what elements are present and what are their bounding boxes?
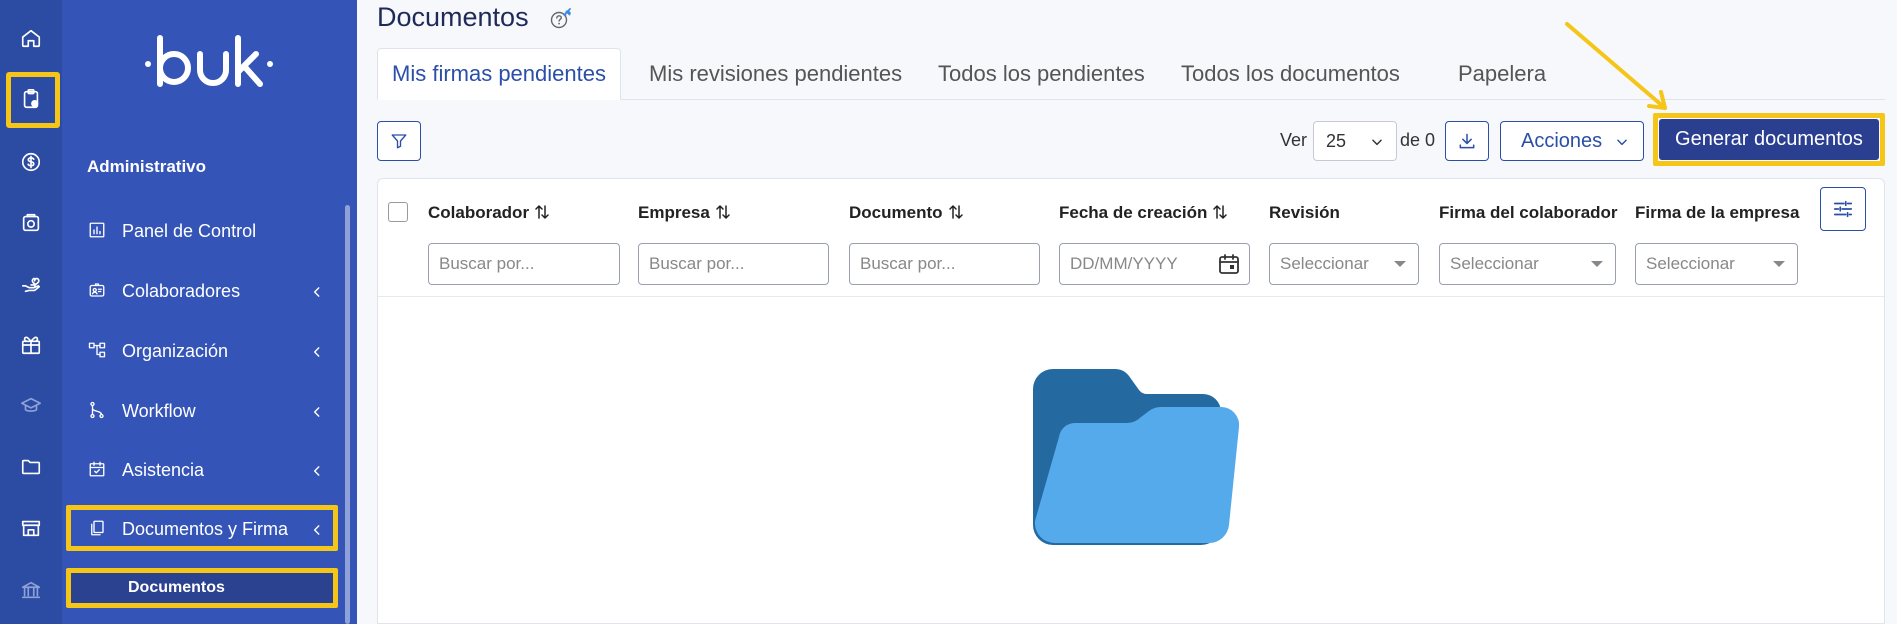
- id-card-icon: [88, 281, 108, 301]
- page-size-label: Ver: [1280, 130, 1308, 150]
- placeholder-text: Seleccionar: [1646, 254, 1735, 273]
- select-all-checkbox[interactable]: [388, 202, 408, 222]
- sidebar-subitem-documentos[interactable]: Documentos: [66, 568, 338, 608]
- chevron-left-icon: [310, 283, 326, 299]
- arrow-pointer-icon: [1565, 22, 1667, 110]
- placeholder-text: Seleccionar: [1450, 254, 1539, 273]
- org-chart-icon: [88, 341, 108, 361]
- filter-button[interactable]: [377, 121, 421, 161]
- sidebar-item-panel-de-control[interactable]: Panel de Control: [62, 209, 332, 253]
- main-content: Documentos Mis firmas pendientes Mis rev…: [357, 0, 1897, 624]
- sidebar-item-label: Colaboradores: [122, 280, 241, 301]
- column-header-documento[interactable]: Documento: [849, 203, 963, 223]
- buk-logo[interactable]: [144, 32, 274, 92]
- sort-icon: [716, 205, 730, 219]
- tab-mis-firmas-pendientes[interactable]: Mis firmas pendientes: [377, 48, 621, 100]
- revision-filter-select[interactable]: Seleccionar: [1269, 243, 1419, 285]
- placeholder-text: Buscar por...: [860, 254, 956, 273]
- sidebar-item-colaboradores[interactable]: Colaboradores: [62, 269, 332, 313]
- folder-icon[interactable]: [0, 443, 62, 491]
- home-icon[interactable]: [0, 14, 62, 62]
- column-header-empresa[interactable]: Empresa: [638, 203, 730, 223]
- download-icon: [1459, 133, 1475, 149]
- table-header: Colaborador Empresa Documento Fecha de c…: [378, 179, 1884, 297]
- chevron-down-icon: [1372, 139, 1382, 146]
- sidebar-subitem-label: Documentos: [128, 579, 225, 596]
- sidebar-item-label: Panel de Control: [122, 220, 257, 241]
- documentos-y-firma-highlight: [66, 505, 338, 551]
- dropdown-arrow-icon: [1773, 261, 1785, 267]
- empresa-filter-input[interactable]: Buscar por...: [638, 243, 829, 285]
- total-count-label: de 0: [1400, 130, 1436, 150]
- sort-icon: [948, 205, 963, 219]
- chevron-left-icon: [310, 403, 326, 419]
- sidebar-scrollbar[interactable]: [345, 205, 350, 624]
- column-settings-button[interactable]: [1820, 187, 1866, 231]
- filter-icon: [391, 134, 407, 149]
- chevron-left-icon: [310, 462, 326, 478]
- chevron-left-icon: [310, 343, 326, 359]
- tab-todos-los-pendientes[interactable]: Todos los pendientes: [938, 48, 1145, 100]
- dropdown-arrow-icon: [1591, 261, 1603, 267]
- bank-icon[interactable]: [0, 566, 62, 614]
- icon-rail: [0, 0, 62, 624]
- sidebar: Administrativo Panel de Control Colabora…: [62, 0, 357, 624]
- chevron-down-icon: [1617, 139, 1627, 146]
- column-header-colaborador[interactable]: Colaborador: [428, 203, 549, 223]
- dollar-icon[interactable]: [0, 138, 62, 186]
- empty-folder-icon: [1033, 369, 1239, 545]
- tab-mis-revisiones-pendientes[interactable]: Mis revisiones pendientes: [649, 48, 902, 100]
- sidebar-item-workflow[interactable]: Workflow: [62, 389, 332, 433]
- sidebar-item-organizacion[interactable]: Organización: [62, 329, 332, 373]
- store-icon[interactable]: [0, 504, 62, 552]
- sidebar-item-label: Organización: [122, 340, 229, 361]
- column-label: Fecha de creación: [1059, 203, 1208, 222]
- documents-table: Colaborador Empresa Documento Fecha de c…: [377, 178, 1885, 624]
- placeholder-text: Buscar por...: [439, 254, 535, 273]
- bar-chart-icon: [88, 221, 108, 241]
- tab-todos-los-documentos[interactable]: Todos los documentos: [1181, 48, 1400, 100]
- sidebar-item-label: Asistencia: [122, 459, 205, 480]
- page-size-value: 25: [1326, 130, 1347, 151]
- sidebar-item-label: Workflow: [122, 400, 196, 421]
- column-header-fecha-de-creacion[interactable]: Fecha de creación: [1059, 203, 1228, 223]
- workflow-icon: [88, 401, 108, 421]
- clipboard-highlight: [6, 72, 60, 128]
- column-header-revision: Revisión: [1269, 203, 1340, 222]
- sliders-icon: [1833, 200, 1853, 218]
- column-label: Empresa: [638, 203, 710, 222]
- placeholder-text: Buscar por...: [649, 254, 745, 273]
- sort-icon: [535, 205, 549, 219]
- page-title: Documentos: [377, 2, 529, 32]
- graduation-cap-icon[interactable]: [0, 382, 62, 430]
- firma-colaborador-filter-select[interactable]: Seleccionar: [1439, 243, 1616, 285]
- hand-heart-icon[interactable]: [0, 260, 62, 308]
- tab-papelera[interactable]: Papelera: [1458, 48, 1546, 100]
- column-label: Colaborador: [428, 203, 530, 222]
- page-size-select[interactable]: 25: [1313, 121, 1397, 161]
- column-header-firma-del-colaborador: Firma del colaborador: [1439, 203, 1618, 222]
- calendar-icon[interactable]: [1217, 252, 1241, 276]
- placeholder-text: Seleccionar: [1280, 254, 1369, 273]
- documento-filter-input[interactable]: Buscar por...: [849, 243, 1040, 285]
- generate-documents-button[interactable]: Generar documentos: [1659, 119, 1879, 160]
- column-header-firma-de-la-empresa: Firma de la empresa: [1635, 203, 1800, 222]
- placeholder-text: DD/MM/YYYY: [1070, 254, 1178, 273]
- fecha-filter-input[interactable]: DD/MM/YYYY: [1059, 243, 1250, 285]
- gift-icon[interactable]: [0, 321, 62, 369]
- column-label: Documento: [849, 203, 943, 222]
- dropdown-arrow-icon: [1394, 261, 1406, 267]
- acciones-label: Acciones: [1521, 129, 1603, 152]
- sidebar-section-label: Administrativo: [87, 157, 207, 176]
- sidebar-item-asistencia[interactable]: Asistencia: [62, 448, 332, 492]
- sort-icon: [1213, 205, 1228, 219]
- firma-empresa-filter-select[interactable]: Seleccionar: [1635, 243, 1798, 285]
- help-icon[interactable]: [550, 8, 574, 32]
- colaborador-filter-input[interactable]: Buscar por...: [428, 243, 620, 285]
- acciones-button[interactable]: Acciones: [1500, 121, 1644, 161]
- camera-icon[interactable]: [0, 199, 62, 247]
- calendar-check-icon: [88, 460, 108, 480]
- download-button[interactable]: [1445, 121, 1489, 161]
